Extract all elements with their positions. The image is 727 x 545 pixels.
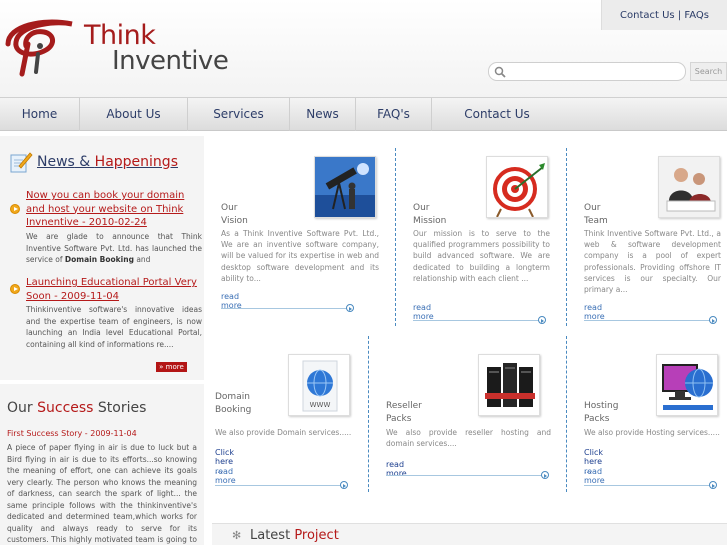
news-heading-happenings: Happenings: [94, 154, 178, 170]
bullet-arrow-icon: [10, 284, 20, 294]
gear-icon: ✻: [232, 529, 242, 542]
news-item-title[interactable]: Launching Educational Portal Very Soon -…: [26, 276, 198, 303]
column-divider: [566, 336, 567, 492]
nav-item-services[interactable]: Services: [188, 98, 290, 131]
pencil-paper-icon: [10, 152, 33, 173]
search-input[interactable]: [511, 64, 681, 79]
main-nav: Home About Us Services News FAQ's Contac…: [0, 97, 727, 131]
news-heading[interactable]: News & Happenings: [37, 154, 178, 170]
news-item-body: Thinkinventive software's innovative ide…: [26, 305, 202, 349]
nav-item-about-us[interactable]: About Us: [80, 98, 188, 131]
www-globe-image: WWW: [288, 354, 350, 416]
nav-item-home[interactable]: Home: [0, 98, 80, 131]
read-more-link[interactable]: read more: [584, 467, 605, 485]
column-divider: [368, 336, 369, 492]
news-item-body: We are glade to announce that Think Inve…: [26, 232, 202, 264]
nav-item-news[interactable]: News: [290, 98, 356, 131]
servers-image: [478, 354, 540, 416]
card-title: Reseller Packs: [386, 401, 422, 424]
arrow-circle-icon[interactable]: [709, 316, 717, 324]
read-more-link[interactable]: read more: [215, 467, 236, 485]
latest-project-heading: Latest Project: [250, 528, 339, 543]
success-panel: Our Success Stories First Success Story …: [0, 384, 204, 545]
arrow-circle-icon[interactable]: [538, 316, 546, 324]
latest-project-panel: ✻ Latest Project: [212, 523, 727, 545]
main-content: Our Vision As a Think Inventive Software…: [209, 136, 727, 545]
more-button[interactable]: » more: [156, 362, 187, 372]
hosting-monitor-image: [656, 354, 718, 416]
toplinks-separator: |: [674, 10, 685, 21]
arrow-circle-icon[interactable]: [340, 481, 348, 489]
card-title: Our Team: [584, 203, 608, 226]
card-text: We also provide Hosting services.....: [584, 428, 720, 437]
card-divider-line: [584, 320, 712, 321]
card-title: Domain Booking: [215, 392, 252, 415]
card-text: We also provide Domain services.....: [215, 428, 352, 437]
telescope-image: [314, 156, 376, 218]
card-title: Our Mission: [413, 203, 447, 226]
card-title: Hosting Packs: [584, 401, 619, 424]
arrow-circle-icon[interactable]: [541, 471, 549, 479]
card-text: Think Inventive Software Pvt. Ltd., a we…: [584, 229, 721, 295]
news-heading-amp: &: [74, 154, 95, 170]
logo-inventive-text: Inventive: [112, 46, 229, 76]
read-more-link[interactable]: read more: [584, 303, 605, 321]
card-divider-line: [215, 485, 343, 486]
header: Think Inventive Contact Us | FAQs Search: [0, 0, 727, 97]
arrow-circle-icon[interactable]: [346, 304, 354, 312]
news-heading-news: News: [37, 154, 75, 170]
success-heading: Our Success Stories: [7, 400, 147, 416]
read-more-link[interactable]: read more: [413, 303, 434, 321]
card-title: Our Vision: [221, 203, 248, 226]
news-item-title[interactable]: Now you can book your domain and host yo…: [26, 189, 198, 230]
card-divider-line: [221, 308, 349, 309]
success-story-title[interactable]: First Success Story - 2009-11-04: [7, 429, 137, 438]
arrow-circle-icon[interactable]: [709, 481, 717, 489]
logo-mark-icon: [5, 19, 73, 77]
faqs-link[interactable]: FAQs: [684, 10, 709, 21]
search-icon: [494, 66, 506, 78]
card-divider-line: [584, 485, 712, 486]
card-text: We also provide reseller hosting and dom…: [386, 428, 551, 449]
svg-text:WWW: WWW: [310, 401, 331, 409]
news-panel: News & Happenings Now you can book your …: [0, 136, 204, 380]
logo[interactable]: Think Inventive: [2, 14, 229, 80]
success-story-body: A piece of paper flying in air is due to…: [7, 443, 197, 544]
top-links: Contact Us | FAQs: [601, 0, 727, 30]
card-divider-line: [386, 475, 544, 476]
logo-think-text: Think: [84, 20, 156, 51]
nav-item-contact-us[interactable]: Contact Us: [432, 98, 562, 131]
team-image: [658, 156, 720, 218]
card-divider-line: [413, 320, 541, 321]
left-column: News & Happenings Now you can book your …: [0, 136, 204, 545]
nav-item-faqs[interactable]: FAQ's: [356, 98, 432, 131]
column-divider: [395, 148, 396, 326]
card-text: As a Think Inventive Software Pvt. Ltd.,…: [221, 229, 379, 283]
target-image: [486, 156, 548, 218]
page: Think Inventive Contact Us | FAQs Search…: [0, 0, 727, 545]
news-item: Now you can book your domain and host yo…: [10, 189, 202, 269]
bullet-arrow-icon: [10, 204, 20, 214]
search-button[interactable]: Search: [690, 62, 727, 81]
news-item: Launching Educational Portal Very Soon -…: [10, 276, 202, 356]
contact-us-link[interactable]: Contact Us: [620, 10, 675, 21]
column-divider: [566, 148, 567, 326]
card-text: Our mission is to serve to the qualified…: [413, 229, 550, 283]
search-box: [488, 62, 686, 81]
